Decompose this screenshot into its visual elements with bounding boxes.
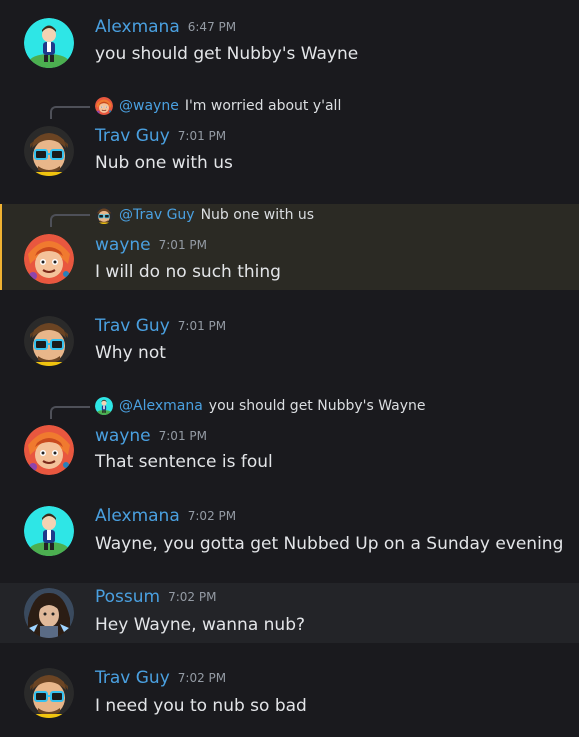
message-text: I will do no such thing (95, 262, 281, 282)
chat-messages: Alexmana 6:47 PM you should get Nubby's W… (0, 0, 579, 737)
avatar[interactable] (24, 234, 74, 284)
timestamp: 7:01 PM (177, 129, 227, 143)
timestamp: 7:02 PM (187, 509, 237, 523)
message[interactable]: @wayne I'm worried about y'all Trav Guy 7… (0, 86, 579, 196)
message[interactable]: Alexmana 6:47 PM you should get Nubby's W… (0, 0, 579, 86)
username[interactable]: Trav Guy (95, 126, 170, 146)
message-text: Wayne, you gotta get Nubbed Up on a Sund… (95, 534, 564, 554)
message-text: Nub one with us (95, 153, 233, 173)
avatar[interactable] (24, 506, 74, 556)
username[interactable]: Trav Guy (95, 668, 170, 688)
avatar[interactable] (24, 425, 74, 475)
message-text: That sentence is foul (95, 452, 273, 472)
reply-avatar-alexmana-icon (95, 397, 113, 415)
avatar-wayne-icon (24, 234, 74, 284)
avatar-possum-icon (24, 588, 74, 638)
message[interactable]: Trav Guy 7:01 PM Why not (0, 300, 579, 380)
reply-avatar-wayne-icon (95, 97, 113, 115)
avatar-trav-guy-icon (24, 126, 74, 176)
avatar[interactable] (24, 588, 74, 638)
username[interactable]: Trav Guy (95, 316, 170, 336)
avatar-alexmana-icon (24, 506, 74, 556)
message-hovered[interactable]: Possum 7:02 PM Hey Wayne, wanna nub? (0, 583, 579, 643)
username[interactable]: wayne (95, 235, 151, 255)
timestamp: 7:02 PM (177, 671, 227, 685)
message-text: you should get Nubby's Wayne (95, 44, 359, 64)
reply-spine (50, 214, 90, 227)
reply-text: you should get Nubby's Wayne (208, 398, 426, 414)
message-text: Hey Wayne, wanna nub? (95, 615, 306, 635)
message[interactable]: @Alexmana you should get Nubby's Wayne w… (0, 388, 579, 488)
timestamp: 7:01 PM (177, 319, 227, 333)
avatar-wayne-icon (24, 425, 74, 475)
username[interactable]: Possum (95, 587, 160, 607)
reply-avatar-trav-guy-icon (95, 206, 113, 224)
timestamp: 7:01 PM (158, 429, 207, 443)
reply-preview[interactable]: @Alexmana you should get Nubby's Wayne (95, 397, 426, 415)
avatar-alexmana-icon (24, 18, 74, 68)
avatar[interactable] (24, 668, 74, 718)
reply-author[interactable]: @wayne (119, 98, 179, 114)
message[interactable]: Trav Guy 7:02 PM I need you to nub so bad (0, 652, 579, 737)
avatar-trav-guy-icon (24, 668, 74, 718)
reply-text: Nub one with us (200, 207, 315, 223)
reply-author[interactable]: @Alexmana (119, 398, 203, 414)
reply-spine (50, 106, 90, 119)
timestamp: 7:01 PM (158, 238, 207, 252)
username[interactable]: wayne (95, 426, 151, 446)
reply-author[interactable]: @Trav Guy (119, 207, 195, 223)
message[interactable]: Alexmana 7:02 PM Wayne, you gotta get Nub… (0, 492, 579, 578)
reply-preview[interactable]: @wayne I'm worried about y'all (95, 97, 341, 115)
message-mention[interactable]: @Trav Guy Nub one with us wayne 7:01 PM I… (0, 204, 579, 290)
username[interactable]: Alexmana (95, 17, 180, 37)
avatar[interactable] (24, 316, 74, 366)
username[interactable]: Alexmana (95, 506, 180, 526)
reply-spine (50, 406, 90, 419)
avatar-trav-guy-icon (24, 316, 74, 366)
reply-text: I'm worried about y'all (184, 98, 342, 114)
reply-preview[interactable]: @Trav Guy Nub one with us (95, 206, 314, 224)
avatar[interactable] (24, 126, 74, 176)
timestamp: 7:02 PM (168, 590, 217, 604)
avatar[interactable] (24, 18, 74, 68)
message-text: I need you to nub so bad (95, 696, 307, 716)
timestamp: 6:47 PM (187, 20, 237, 34)
message-text: Why not (95, 343, 166, 363)
